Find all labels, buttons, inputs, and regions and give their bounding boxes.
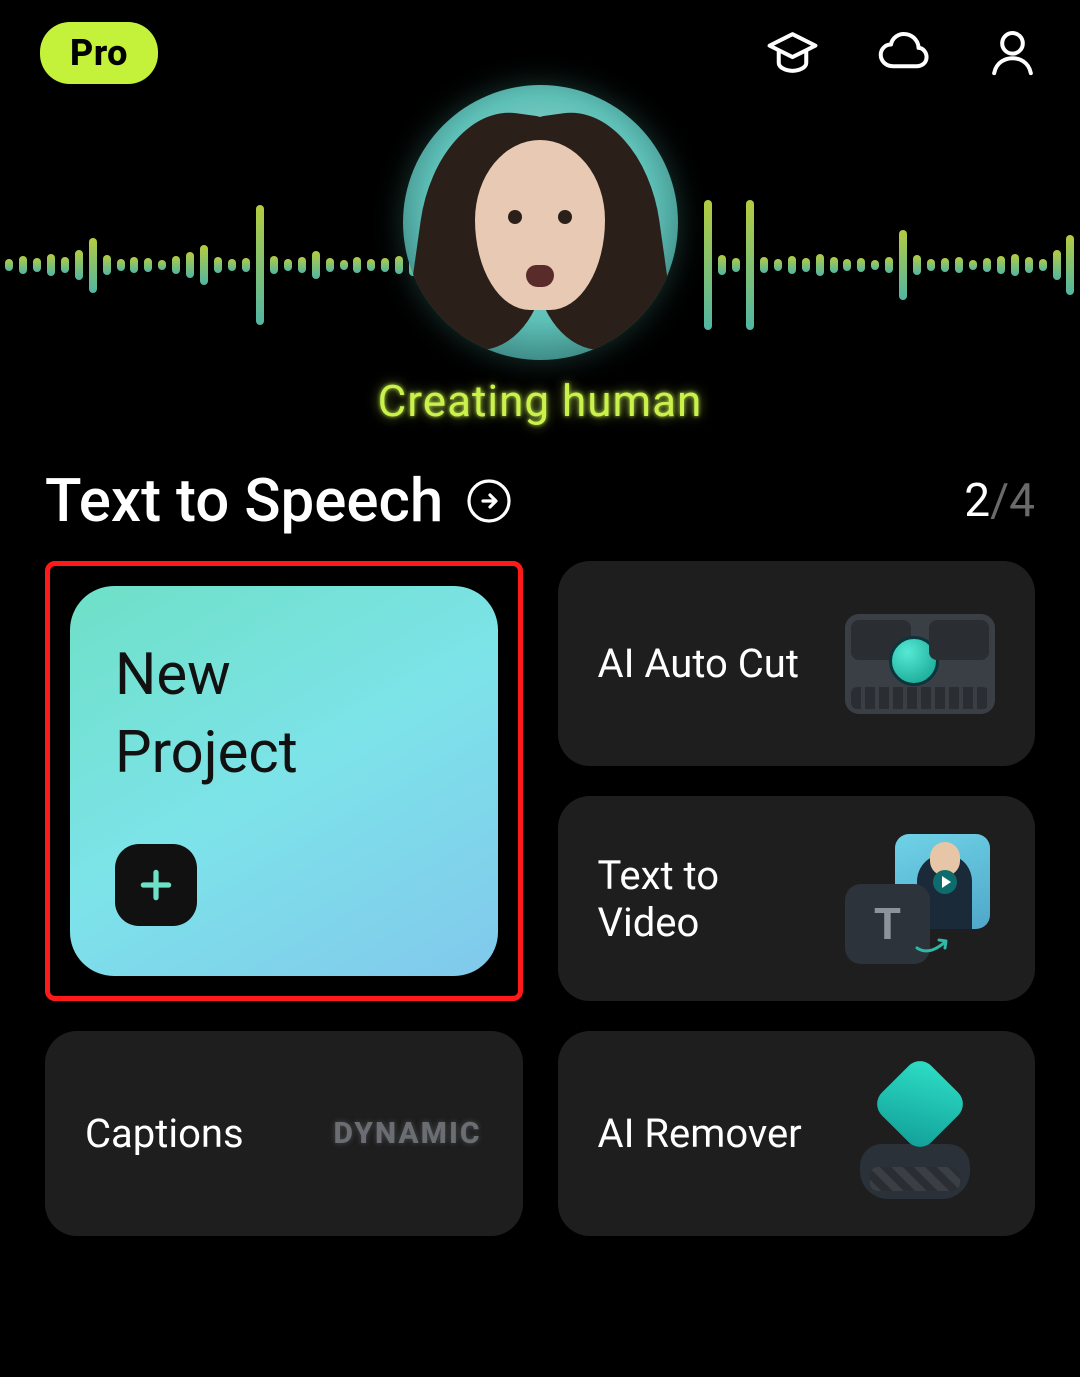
card-label: Text to Video: [598, 852, 826, 946]
user-icon[interactable]: [985, 25, 1040, 80]
section-title[interactable]: Text to Speech: [45, 465, 513, 536]
ai-remover-icon: [845, 1064, 995, 1204]
feature-grid: New Project AI Auto Cut A Text to Video …: [0, 546, 1080, 1276]
page-total: 4: [1009, 474, 1035, 528]
card-label: AI Auto Cut: [598, 640, 826, 687]
hero-banner: Creating human: [0, 105, 1080, 435]
ai-auto-cut-icon: A: [845, 594, 995, 734]
text-to-video-icon: T: [845, 829, 995, 969]
ai-remover-card[interactable]: AI Remover: [558, 1031, 1036, 1236]
hero-caption: Creating human: [378, 375, 703, 427]
text-to-video-card[interactable]: Text to Video T: [558, 796, 1036, 1001]
plus-icon[interactable]: [115, 844, 197, 926]
new-project-title: New Project: [115, 636, 453, 793]
ai-auto-cut-card[interactable]: AI Auto Cut A: [558, 561, 1036, 766]
new-project-card[interactable]: New Project: [70, 586, 498, 976]
pro-badge[interactable]: Pro: [40, 22, 158, 84]
captions-dynamic-tag: DYNAMIC: [333, 1064, 483, 1204]
header-actions: [765, 25, 1040, 80]
page-counter: 2/4: [964, 474, 1035, 528]
section-title-text: Text to Speech: [45, 465, 443, 536]
arrow-right-circle-icon[interactable]: [465, 477, 513, 525]
card-label: Captions: [85, 1110, 313, 1157]
captions-card[interactable]: Captions DYNAMIC: [45, 1031, 523, 1236]
graduation-cap-icon[interactable]: [765, 25, 820, 80]
cloud-icon[interactable]: [875, 25, 930, 80]
avatar-face-illustration: [430, 100, 650, 360]
page-current: 2: [964, 474, 990, 528]
new-project-highlight-frame: New Project: [45, 561, 523, 1001]
avatar[interactable]: [403, 85, 678, 360]
section-header: Text to Speech 2/4: [0, 435, 1080, 546]
card-label: AI Remover: [598, 1110, 826, 1157]
